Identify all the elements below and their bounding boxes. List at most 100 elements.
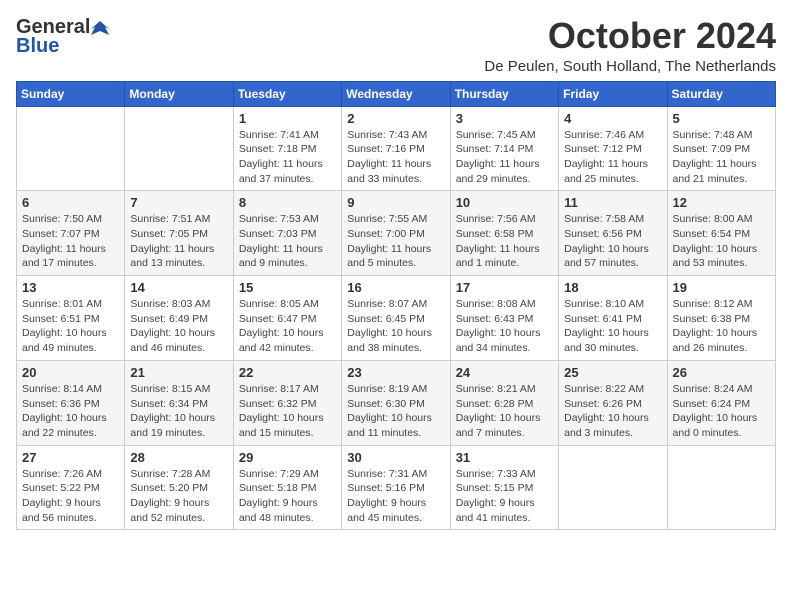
cell-text: Sunrise: 7:28 AM Sunset: 5:20 PM Dayligh… <box>130 467 227 526</box>
day-number: 4 <box>564 111 661 126</box>
week-row-5: 27 Sunrise: 7:26 AM Sunset: 5:22 PM Dayli… <box>17 445 776 530</box>
cell-text: Sunrise: 8:08 AM Sunset: 6:43 PM Dayligh… <box>456 297 553 356</box>
day-number: 31 <box>456 450 553 465</box>
calendar-cell: 23 Sunrise: 8:19 AM Sunset: 6:30 PM Dayli… <box>342 360 450 445</box>
day-number: 14 <box>130 280 227 295</box>
cell-text: Sunrise: 8:14 AM Sunset: 6:36 PM Dayligh… <box>22 382 119 441</box>
calendar-cell: 24 Sunrise: 8:21 AM Sunset: 6:28 PM Dayli… <box>450 360 558 445</box>
cell-text: Sunrise: 7:48 AM Sunset: 7:09 PM Dayligh… <box>673 128 770 187</box>
calendar: SundayMondayTuesdayWednesdayThursdayFrid… <box>16 81 776 531</box>
cell-text: Sunrise: 7:55 AM Sunset: 7:00 PM Dayligh… <box>347 212 444 271</box>
calendar-cell: 29Sunrise: 7:29 AM Sunset: 5:18 PM Dayli… <box>233 445 341 530</box>
calendar-cell: 14 Sunrise: 8:03 AM Sunset: 6:49 PM Dayli… <box>125 276 233 361</box>
cell-text: Sunrise: 8:22 AM Sunset: 6:26 PM Dayligh… <box>564 382 661 441</box>
cell-text: Sunrise: 7:53 AM Sunset: 7:03 PM Dayligh… <box>239 212 336 271</box>
week-row-1: 1Sunrise: 7:41 AM Sunset: 7:18 PM Daylig… <box>17 106 776 191</box>
weekday-header-saturday: Saturday <box>667 81 775 106</box>
day-number: 16 <box>347 280 444 295</box>
weekday-header-row: SundayMondayTuesdayWednesdayThursdayFrid… <box>17 81 776 106</box>
day-number: 22 <box>239 365 336 380</box>
day-number: 26 <box>673 365 770 380</box>
day-number: 9 <box>347 195 444 210</box>
weekday-header-sunday: Sunday <box>17 81 125 106</box>
calendar-cell: 25 Sunrise: 8:22 AM Sunset: 6:26 PM Dayli… <box>559 360 667 445</box>
calendar-cell <box>667 445 775 530</box>
cell-text: Sunrise: 7:41 AM Sunset: 7:18 PM Dayligh… <box>239 128 336 187</box>
day-number: 19 <box>673 280 770 295</box>
day-number: 17 <box>456 280 553 295</box>
day-number: 5 <box>673 111 770 126</box>
weekday-header-wednesday: Wednesday <box>342 81 450 106</box>
week-row-4: 20 Sunrise: 8:14 AM Sunset: 6:36 PM Dayli… <box>17 360 776 445</box>
cell-text: Sunrise: 7:58 AM Sunset: 6:56 PM Dayligh… <box>564 212 661 271</box>
calendar-cell: 12 Sunrise: 8:00 AM Sunset: 6:54 PM Dayli… <box>667 191 775 276</box>
calendar-cell: 28 Sunrise: 7:28 AM Sunset: 5:20 PM Dayli… <box>125 445 233 530</box>
day-number: 28 <box>130 450 227 465</box>
calendar-cell: 11 Sunrise: 7:58 AM Sunset: 6:56 PM Dayli… <box>559 191 667 276</box>
day-number: 13 <box>22 280 119 295</box>
calendar-cell: 27 Sunrise: 7:26 AM Sunset: 5:22 PM Dayli… <box>17 445 125 530</box>
calendar-cell: 18Sunrise: 8:10 AM Sunset: 6:41 PM Dayli… <box>559 276 667 361</box>
cell-text: Sunrise: 7:29 AM Sunset: 5:18 PM Dayligh… <box>239 467 336 526</box>
calendar-cell: 5 Sunrise: 7:48 AM Sunset: 7:09 PM Daylig… <box>667 106 775 191</box>
calendar-cell <box>125 106 233 191</box>
cell-text: Sunrise: 8:05 AM Sunset: 6:47 PM Dayligh… <box>239 297 336 356</box>
calendar-cell: 31 Sunrise: 7:33 AM Sunset: 5:15 PM Dayli… <box>450 445 558 530</box>
month-title: October 2024 <box>484 16 776 56</box>
cell-text: Sunrise: 7:56 AM Sunset: 6:58 PM Dayligh… <box>456 212 553 271</box>
cell-text: Sunrise: 7:46 AM Sunset: 7:12 PM Dayligh… <box>564 128 661 187</box>
cell-text: Sunrise: 8:19 AM Sunset: 6:30 PM Dayligh… <box>347 382 444 441</box>
weekday-header-thursday: Thursday <box>450 81 558 106</box>
calendar-cell: 21Sunrise: 8:15 AM Sunset: 6:34 PM Dayli… <box>125 360 233 445</box>
week-row-2: 6Sunrise: 7:50 AM Sunset: 7:07 PM Daylig… <box>17 191 776 276</box>
cell-text: Sunrise: 8:21 AM Sunset: 6:28 PM Dayligh… <box>456 382 553 441</box>
cell-text: Sunrise: 7:33 AM Sunset: 5:15 PM Dayligh… <box>456 467 553 526</box>
calendar-cell: 19 Sunrise: 8:12 AM Sunset: 6:38 PM Dayli… <box>667 276 775 361</box>
day-number: 12 <box>673 195 770 210</box>
cell-text: Sunrise: 7:45 AM Sunset: 7:14 PM Dayligh… <box>456 128 553 187</box>
cell-text: Sunrise: 8:15 AM Sunset: 6:34 PM Dayligh… <box>130 382 227 441</box>
day-number: 15 <box>239 280 336 295</box>
cell-text: Sunrise: 7:51 AM Sunset: 7:05 PM Dayligh… <box>130 212 227 271</box>
day-number: 30 <box>347 450 444 465</box>
cell-text: Sunrise: 7:26 AM Sunset: 5:22 PM Dayligh… <box>22 467 119 526</box>
cell-text: Sunrise: 8:01 AM Sunset: 6:51 PM Dayligh… <box>22 297 119 356</box>
day-number: 3 <box>456 111 553 126</box>
day-number: 20 <box>22 365 119 380</box>
day-number: 24 <box>456 365 553 380</box>
location-title: De Peulen, South Holland, The Netherland… <box>484 58 776 75</box>
day-number: 23 <box>347 365 444 380</box>
weekday-header-tuesday: Tuesday <box>233 81 341 106</box>
calendar-cell: 13 Sunrise: 8:01 AM Sunset: 6:51 PM Dayli… <box>17 276 125 361</box>
cell-text: Sunrise: 8:00 AM Sunset: 6:54 PM Dayligh… <box>673 212 770 271</box>
calendar-cell: 1Sunrise: 7:41 AM Sunset: 7:18 PM Daylig… <box>233 106 341 191</box>
title-area: October 2024 De Peulen, South Holland, T… <box>484 16 776 75</box>
cell-text: Sunrise: 8:24 AM Sunset: 6:24 PM Dayligh… <box>673 382 770 441</box>
weekday-header-friday: Friday <box>559 81 667 106</box>
day-number: 7 <box>130 195 227 210</box>
calendar-cell: 7 Sunrise: 7:51 AM Sunset: 7:05 PM Daylig… <box>125 191 233 276</box>
calendar-cell: 15 Sunrise: 8:05 AM Sunset: 6:47 PM Dayli… <box>233 276 341 361</box>
day-number: 11 <box>564 195 661 210</box>
day-number: 25 <box>564 365 661 380</box>
day-number: 10 <box>456 195 553 210</box>
cell-text: Sunrise: 8:12 AM Sunset: 6:38 PM Dayligh… <box>673 297 770 356</box>
day-number: 18 <box>564 280 661 295</box>
logo: General Blue <box>16 16 110 58</box>
cell-text: Sunrise: 7:50 AM Sunset: 7:07 PM Dayligh… <box>22 212 119 271</box>
day-number: 27 <box>22 450 119 465</box>
logo-bird-icon <box>91 19 109 37</box>
week-row-3: 13 Sunrise: 8:01 AM Sunset: 6:51 PM Dayli… <box>17 276 776 361</box>
header: General Blue October 2024 De Peulen, Sou… <box>16 16 776 75</box>
calendar-cell: 8Sunrise: 7:53 AM Sunset: 7:03 PM Daylig… <box>233 191 341 276</box>
calendar-cell: 17 Sunrise: 8:08 AM Sunset: 6:43 PM Dayli… <box>450 276 558 361</box>
calendar-cell <box>17 106 125 191</box>
calendar-cell: 20 Sunrise: 8:14 AM Sunset: 6:36 PM Dayli… <box>17 360 125 445</box>
cell-text: Sunrise: 8:03 AM Sunset: 6:49 PM Dayligh… <box>130 297 227 356</box>
calendar-cell: 30Sunrise: 7:31 AM Sunset: 5:16 PM Dayli… <box>342 445 450 530</box>
cell-text: Sunrise: 8:07 AM Sunset: 6:45 PM Dayligh… <box>347 297 444 356</box>
calendar-cell: 26 Sunrise: 8:24 AM Sunset: 6:24 PM Dayli… <box>667 360 775 445</box>
calendar-cell: 22Sunrise: 8:17 AM Sunset: 6:32 PM Dayli… <box>233 360 341 445</box>
calendar-cell: 3 Sunrise: 7:45 AM Sunset: 7:14 PM Daylig… <box>450 106 558 191</box>
day-number: 2 <box>347 111 444 126</box>
